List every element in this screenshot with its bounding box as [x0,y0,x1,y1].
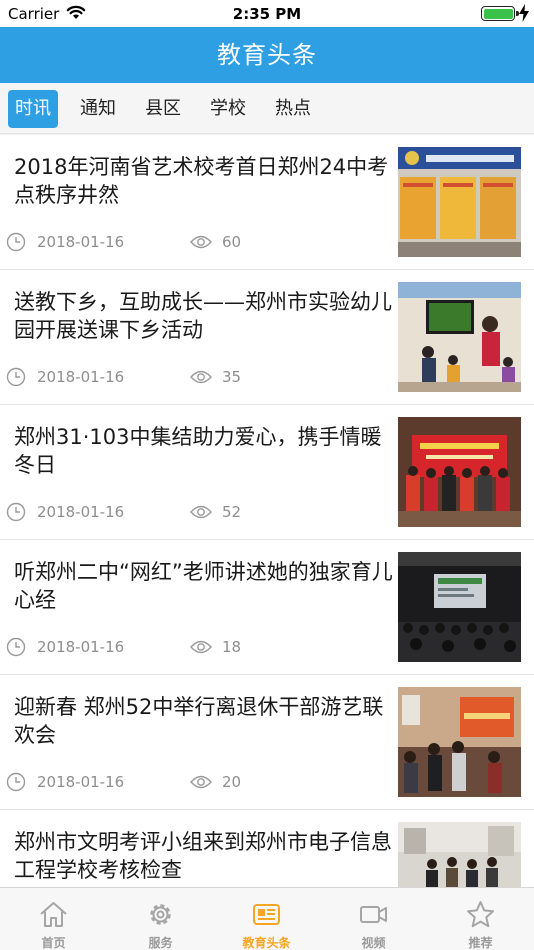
news-thumbnail[interactable] [398,282,521,392]
news-thumbnail[interactable] [398,417,521,527]
news-thumbnail[interactable] [398,552,521,662]
tabbar-recommend[interactable]: 推荐 [427,888,534,950]
tab-xianqu[interactable]: 县区 [138,90,188,128]
nav-bar: 教育头条 [0,27,534,83]
clock-icon [6,502,26,522]
tabbar-video[interactable]: 视频 [320,888,427,950]
page-title: 教育头条 [217,41,317,69]
status-time: 2:35 PM [232,5,302,23]
tab-xuexiao[interactable]: 学校 [203,90,253,128]
news-title: 郑州市文明考评小组来到郑州市电子信息工程学校考核检查 [14,830,392,882]
news-views: 52 [222,503,242,521]
battery-icon [481,6,519,21]
clock-icon [6,232,26,252]
news-views: 20 [222,773,242,791]
news-list: 2018年河南省艺术校考首日郑州24中考点秩序井然 2018-01-16 60 … [0,135,534,887]
news-title: 2018年河南省艺术校考首日郑州24中考点秩序井然 [14,155,389,207]
news-date: 2018-01-16 [37,773,125,791]
tabbar-services-label: 服务 [148,936,173,950]
news-item[interactable]: 听郑州二中“网红”老师讲述她的独家育儿心经 2018-01-16 18 [0,540,534,675]
tabbar-video-label: 视频 [361,936,386,950]
news-item[interactable]: 迎新春 郑州52中举行离退休干部游艺联欢会 2018-01-16 20 [0,675,534,810]
tabbar-edu-news-label: 教育头条 [242,936,291,950]
news-views: 60 [222,233,242,251]
news-views: 18 [222,638,242,656]
news-date: 2018-01-16 [37,233,125,251]
gear-icon [150,904,171,925]
news-thumbnail[interactable] [398,822,521,887]
tabbar-edu-news[interactable]: 教育头条 [213,888,320,950]
category-tabs: 时讯 通知 县区 学校 热点 [0,83,534,134]
news-title: 送教下乡，互助成长——郑州市实验幼儿园开展送课下乡活动 [14,290,392,342]
news-item[interactable]: 2018年河南省艺术校考首日郑州24中考点秩序井然 2018-01-16 60 [0,135,534,270]
tabbar-home-label: 首页 [41,936,66,950]
news-date: 2018-01-16 [37,368,125,386]
news-item[interactable]: 郑州31·103中集结助力爱心，携手情暖冬日 2018-01-16 52 [0,405,534,540]
status-bar: Carrier 2:35 PM [0,0,534,27]
eye-icon [190,370,212,384]
news-item[interactable]: 郑州市文明考评小组来到郑州市电子信息工程学校考核检查 [0,810,534,887]
news-item[interactable]: 送教下乡，互助成长——郑州市实验幼儿园开展送课下乡活动 2018-01-16 3… [0,270,534,405]
home-icon [40,902,67,927]
star-icon [467,901,494,928]
tab-tongzhi[interactable]: 通知 [73,90,123,128]
tabbar-home[interactable]: 首页 [0,888,107,950]
clock-icon [6,367,26,387]
news-thumbnail[interactable] [398,687,521,797]
tabbar-services[interactable]: 服务 [107,888,214,950]
news-thumbnail[interactable] [398,147,521,257]
eye-icon [190,640,212,654]
tab-redian[interactable]: 热点 [268,90,318,128]
clock-icon [6,772,26,792]
charging-icon [519,4,529,22]
bottom-tab-bar: 首页 服务 教育头条 视频 推荐 [0,887,534,950]
news-title: 迎新春 郑州52中举行离退休干部游艺联欢会 [14,695,384,747]
news-title: 郑州31·103中集结助力爱心，携手情暖冬日 [14,425,382,477]
news-date: 2018-01-16 [37,638,125,656]
eye-icon [190,235,212,249]
news-title: 听郑州二中“网红”老师讲述她的独家育儿心经 [14,560,393,612]
eye-icon [190,505,212,519]
news-date: 2018-01-16 [37,503,125,521]
tab-shixun[interactable]: 时讯 [8,90,58,128]
newspaper-icon [253,904,280,925]
video-icon [360,906,387,923]
eye-icon [190,775,212,789]
clock-icon [6,637,26,657]
tabbar-recommend-label: 推荐 [468,936,493,950]
news-views: 35 [222,368,242,386]
